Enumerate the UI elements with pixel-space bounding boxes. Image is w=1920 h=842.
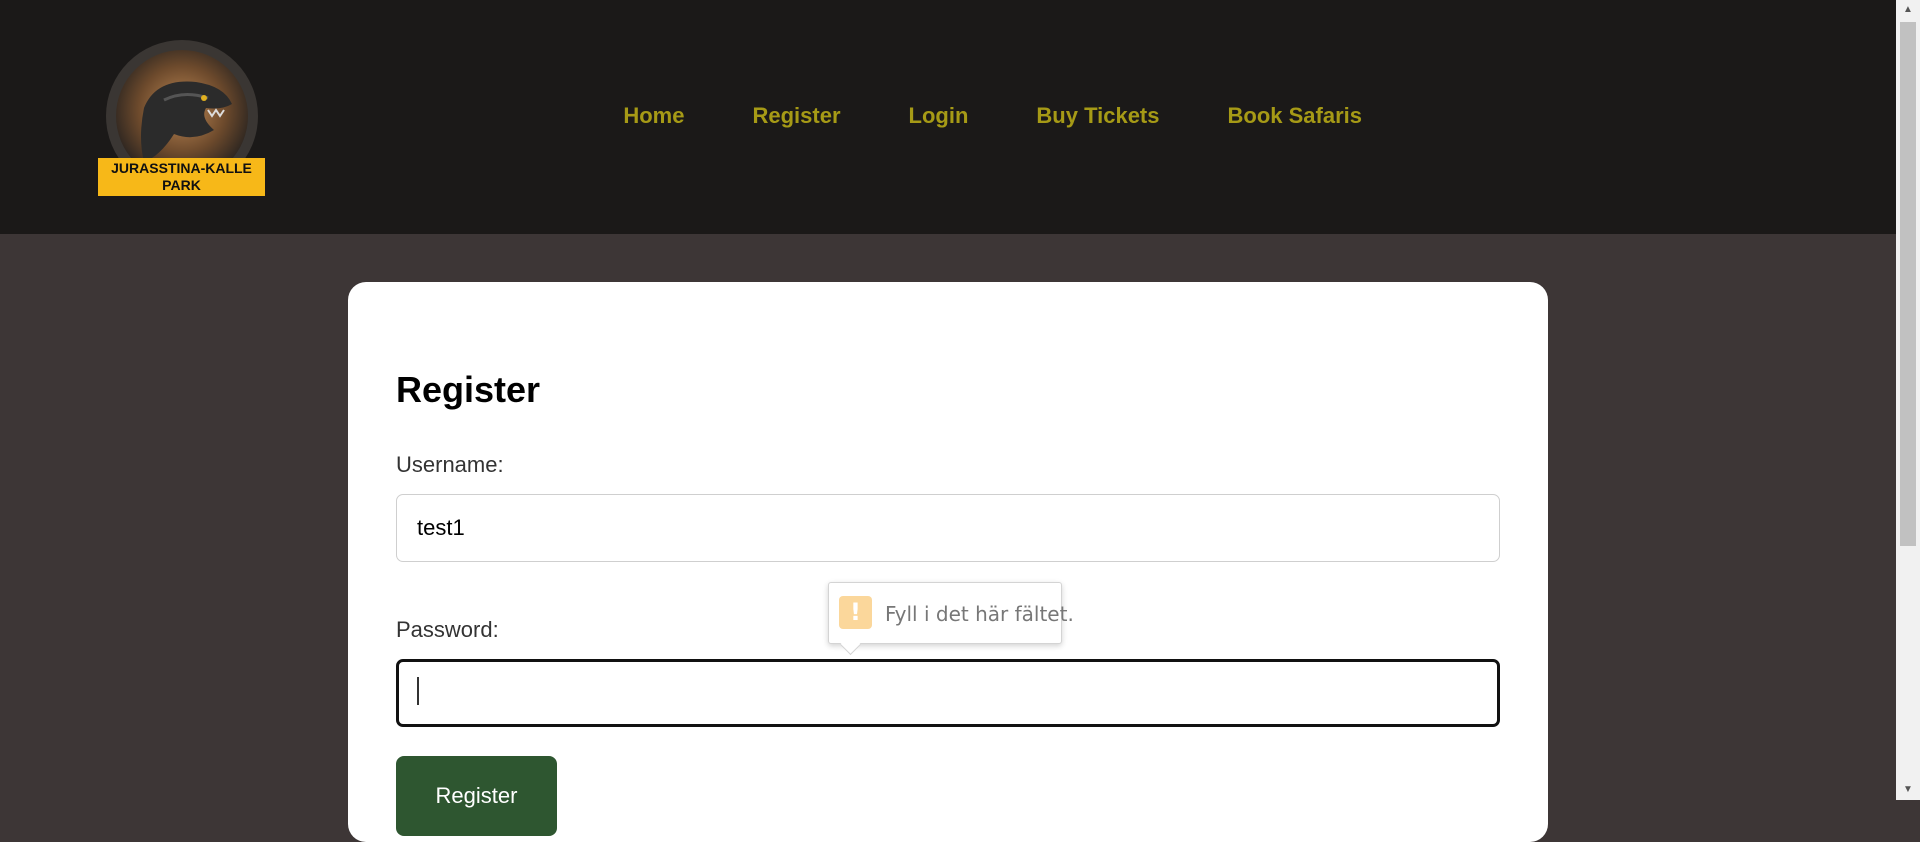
nav-buy-tickets-link[interactable]: Buy Tickets bbox=[1036, 103, 1159, 129]
vertical-scrollbar[interactable]: ▲ ▼ bbox=[1896, 0, 1920, 800]
scroll-down-arrow-icon[interactable]: ▼ bbox=[1896, 780, 1920, 800]
site-header: JURASSTINA-KALLE PARK Home Register Logi… bbox=[0, 0, 1896, 234]
logo-text-line1: JURASSTINA-KALLE bbox=[111, 160, 252, 176]
validation-message: Fyll i det här fältet. bbox=[885, 602, 1074, 626]
logo-banner: JURASSTINA-KALLE PARK bbox=[98, 158, 265, 196]
username-label: Username: bbox=[396, 452, 504, 477]
warning-icon: ! bbox=[839, 596, 872, 629]
register-submit-button[interactable]: Register bbox=[396, 756, 557, 836]
register-card: Register Username: Password: Register bbox=[348, 282, 1548, 842]
password-input[interactable] bbox=[396, 659, 1500, 727]
text-caret bbox=[417, 677, 419, 705]
nav-home-link[interactable]: Home bbox=[623, 103, 684, 129]
park-logo[interactable]: JURASSTINA-KALLE PARK bbox=[98, 38, 266, 198]
nav-register-link[interactable]: Register bbox=[752, 103, 840, 129]
page-title: Register bbox=[396, 369, 541, 410]
username-input[interactable] bbox=[396, 494, 1500, 562]
main-nav: Home Register Login Buy Tickets Book Saf… bbox=[555, 103, 1362, 129]
password-label: Password: bbox=[396, 617, 499, 642]
scrollbar-thumb[interactable] bbox=[1900, 22, 1916, 546]
scroll-up-arrow-icon[interactable]: ▲ bbox=[1896, 0, 1920, 20]
nav-login-link[interactable]: Login bbox=[909, 103, 969, 129]
logo-text-line2: PARK bbox=[162, 177, 201, 193]
validation-tooltip: ! Fyll i det här fältet. bbox=[828, 582, 1074, 656]
nav-book-safaris-link[interactable]: Book Safaris bbox=[1228, 103, 1363, 129]
